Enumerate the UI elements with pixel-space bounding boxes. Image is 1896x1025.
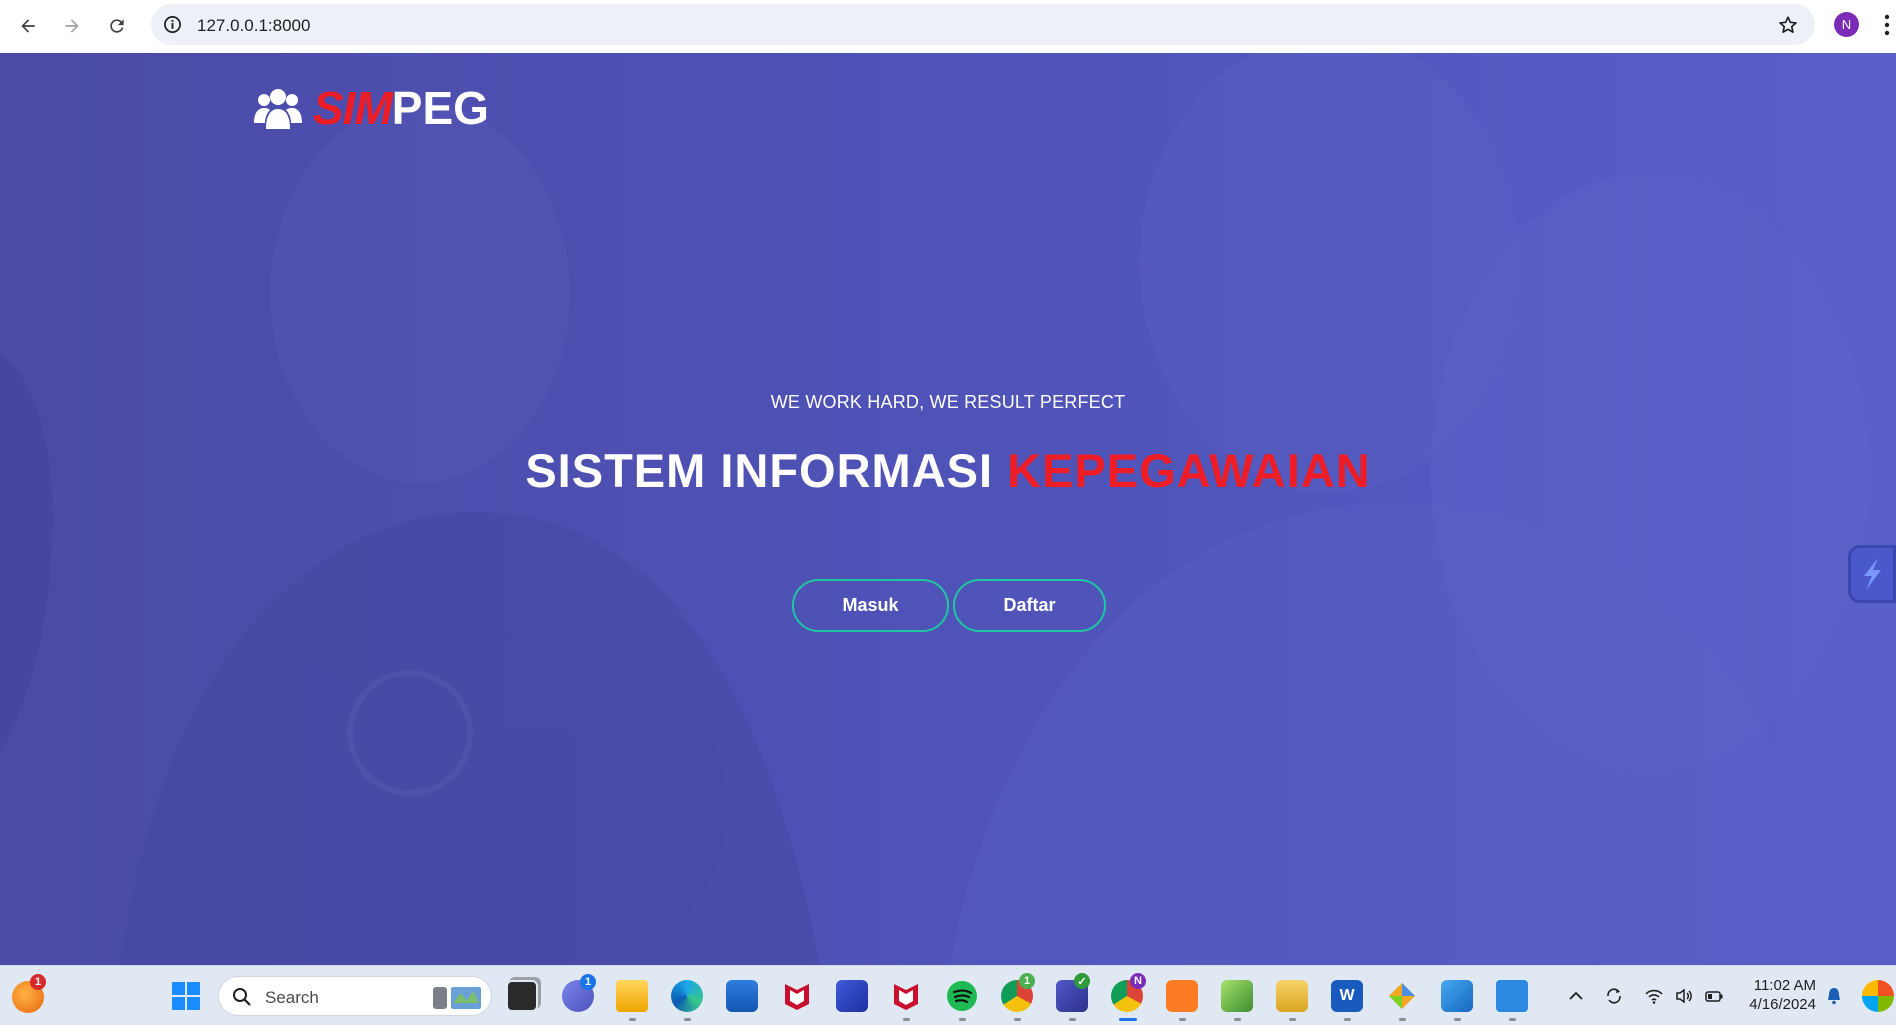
teams-chat-badge: 1 [580,974,596,990]
search-label: Search [265,988,319,1007]
running-indicator [1509,1018,1516,1021]
more-menu-icon[interactable] [1884,14,1890,36]
notepad-icon[interactable] [1496,980,1528,1012]
running-indicator [1344,1018,1351,1021]
reload-icon [110,19,124,33]
running-indicator [1069,1018,1076,1021]
taskbar-search[interactable]: Search [218,976,492,1016]
edge-icon[interactable] [671,980,703,1012]
profile-avatar[interactable]: N [1834,12,1859,37]
arrow-left-icon [21,19,35,33]
search-highlight-icon [433,987,481,1009]
running-indicator [1014,1018,1021,1021]
browser-toolbar: 127.0.0.1:8000 N [0,0,1896,53]
running-indicator [903,1018,910,1021]
folder-arrow-icon[interactable] [1276,980,1308,1012]
search-icon [233,988,251,1006]
photos-icon[interactable] [1441,980,1473,1012]
widgets-badge: 1 [30,974,46,990]
running-indicator [684,1018,691,1021]
vscode-like-icon[interactable] [836,980,868,1012]
start-icon[interactable] [170,980,202,1012]
running-indicator [1399,1018,1406,1021]
running-indicator [1454,1018,1461,1021]
side-extension-tab[interactable] [1848,545,1896,603]
clock-date: 4/16/2024 [1749,996,1816,1013]
running-indicator [1179,1018,1186,1021]
sync-icon[interactable] [1604,986,1624,1006]
chrome-badge: 1 [1019,973,1035,989]
chrome-profile-badge: N [1130,973,1146,989]
task-view-icon[interactable] [506,980,538,1012]
register-button[interactable]: Daftar [953,579,1106,632]
mcafee-icon[interactable] [781,980,813,1012]
teams-check-icon: ✓ [1074,973,1090,989]
brand-sim-text: SIM [313,82,393,134]
battery-icon[interactable] [1704,986,1724,1006]
gem-icon[interactable] [1386,980,1418,1012]
background-photo [0,53,1896,965]
active-indicator [1119,1018,1137,1021]
hero-headline: SISTEM INFORMASI KEPEGAWAIAN [0,443,1896,498]
taskbar-clock[interactable]: 11:02 AM 4/16/2024 [1742,976,1816,1014]
notification-bell-icon[interactable] [1824,986,1844,1006]
word-icon[interactable]: W [1331,980,1363,1012]
chevron-up-icon[interactable] [1566,986,1586,1006]
running-indicator [1289,1018,1296,1021]
clock-time: 11:02 AM [1753,977,1816,994]
forward-button[interactable] [56,10,88,42]
running-indicator [629,1018,636,1021]
volume-icon[interactable] [1674,986,1694,1006]
running-indicator [1234,1018,1241,1021]
windows-taskbar: 1 Search 1 1 ✓ N W 11:02 AM 4/16/2024 [0,965,1896,1025]
users-icon [254,89,302,129]
arrow-right-icon [65,19,79,33]
spotify-icon[interactable] [946,980,978,1012]
hero-tagline: WE WORK HARD, WE RESULT PERFECT [770,392,1126,412]
file-explorer-icon[interactable] [616,980,648,1012]
headline-red-text: KEPEGAWAIAN [1007,444,1371,497]
xampp-icon[interactable] [1166,980,1198,1012]
brand-logo[interactable]: SIM PEG [253,81,489,135]
notepadpp-icon[interactable] [1221,980,1253,1012]
back-button[interactable] [12,10,44,42]
address-bar[interactable]: 127.0.0.1:8000 [151,4,1815,45]
copilot-icon[interactable] [1862,980,1894,1012]
site-info-icon[interactable] [163,15,182,34]
running-indicator [959,1018,966,1021]
lightning-icon [1864,558,1881,590]
headline-white-text: SISTEM INFORMASI [525,444,994,497]
store-icon[interactable] [726,980,758,1012]
page-hero: SIM PEG WE WORK HARD, WE RESULT PERFECT … [0,53,1896,965]
bookmark-star-icon[interactable] [1777,14,1799,36]
url-text: 127.0.0.1:8000 [197,16,311,35]
reload-button[interactable] [101,10,133,42]
mcafee-icon-2[interactable] [890,980,922,1012]
brand-peg-text: PEG [391,82,489,134]
login-button[interactable]: Masuk [792,579,949,632]
wifi-icon[interactable] [1644,986,1664,1006]
